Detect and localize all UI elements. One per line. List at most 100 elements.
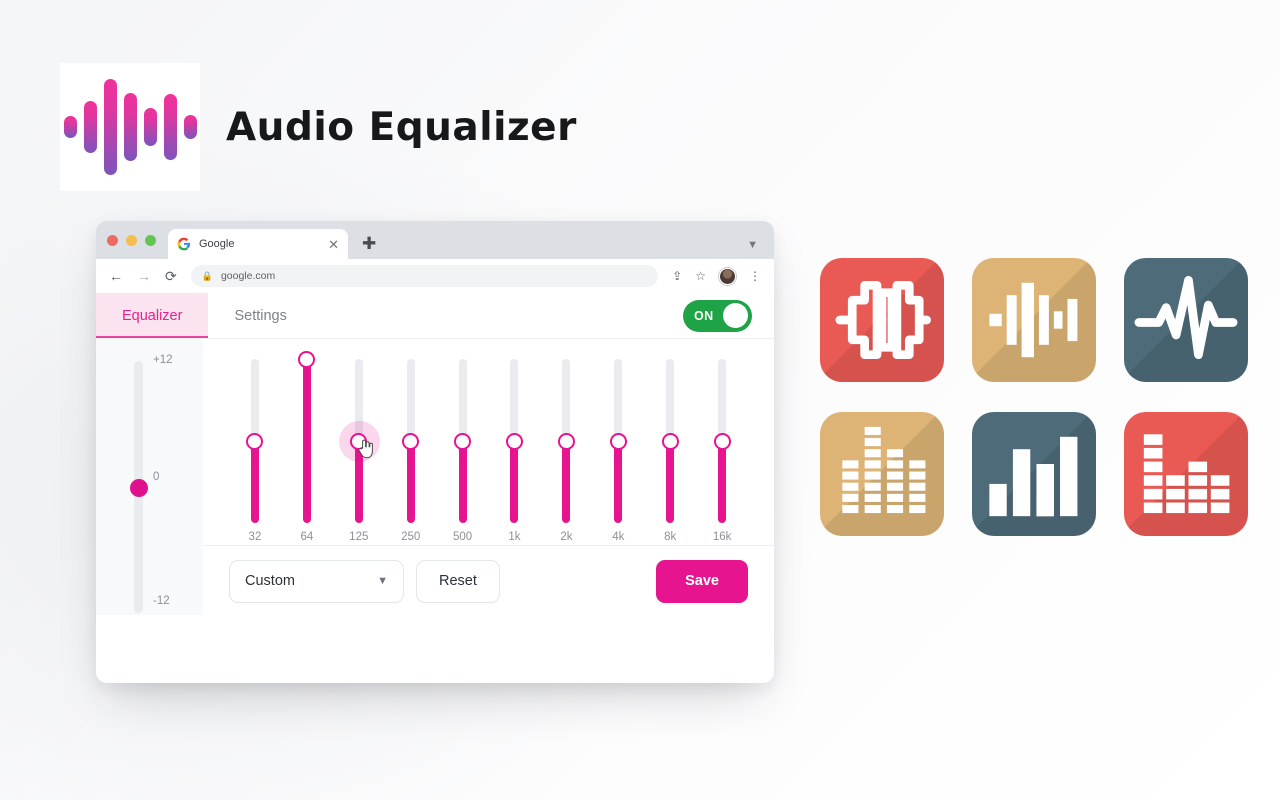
band-thumb[interactable]: [557, 433, 575, 450]
segmented-equalizer-tile[interactable]: [820, 412, 944, 536]
bar-chart-tile[interactable]: [972, 412, 1096, 536]
minimize-window-button[interactable]: [126, 234, 137, 246]
three-dot-menu-icon[interactable]: ⋮: [749, 270, 761, 282]
toolbar-actions: ⇪ ☆ ⋮: [672, 267, 761, 285]
band-slider-1k[interactable]: 1k: [489, 359, 541, 545]
equalizer-main: 32 64 125 250 500 1k 2k 4k 8k 16k Custom ▼ Reset …: [203, 339, 774, 683]
band-fill: [718, 441, 727, 523]
save-button[interactable]: Save: [656, 559, 748, 603]
master-gain-panel: +12 0 -12: [96, 339, 203, 615]
band-track[interactable]: [338, 359, 380, 523]
band-track[interactable]: [246, 359, 264, 523]
plus-icon[interactable]: ✚: [362, 235, 376, 252]
band-label-250: 250: [401, 531, 421, 543]
close-icon[interactable]: ✕: [328, 238, 339, 251]
band-thumb[interactable]: [298, 351, 316, 368]
band-fill: [406, 441, 415, 523]
band-track[interactable]: [454, 359, 472, 523]
band-thumb[interactable]: [402, 433, 420, 450]
pulse-line-icon: [1124, 258, 1248, 382]
band-thumb[interactable]: [246, 433, 264, 450]
tab-equalizer[interactable]: Equalizer: [96, 293, 209, 338]
band-fill: [302, 359, 311, 523]
band-slider-500[interactable]: 500: [437, 359, 489, 545]
band-thumb[interactable]: [609, 433, 627, 450]
chevron-down-icon[interactable]: ▼: [747, 239, 758, 251]
band-track[interactable]: [505, 359, 523, 523]
band-label-8k: 8k: [664, 531, 677, 543]
band-slider-16k[interactable]: 16k: [696, 359, 748, 545]
band-track[interactable]: [402, 359, 420, 523]
chevron-down-icon: ▼: [377, 575, 388, 587]
share-icon[interactable]: ⇪: [672, 270, 682, 282]
power-toggle[interactable]: ON: [683, 299, 752, 332]
block-equalizer-icon: [1124, 412, 1248, 536]
band-track[interactable]: [713, 359, 731, 523]
reset-button[interactable]: Reset: [416, 559, 500, 603]
band-slider-125[interactable]: 125: [333, 359, 385, 545]
google-g-icon: [177, 237, 191, 251]
band-slider-32[interactable]: 32: [229, 359, 281, 545]
reset-button-label: Reset: [439, 573, 477, 589]
band-slider-64[interactable]: 64: [281, 351, 333, 545]
address-bar-url: google.com: [220, 270, 276, 282]
band-label-64: 64: [300, 531, 314, 543]
arrow-right-icon[interactable]: →: [137, 269, 151, 283]
bars-and-lines-icon: [972, 258, 1096, 382]
segmented-equalizer-icon: [820, 412, 944, 536]
band-thumb[interactable]: [505, 433, 523, 450]
browser-tab-title: Google: [199, 238, 235, 250]
avatar[interactable]: [719, 267, 736, 285]
address-bar[interactable]: 🔒 google.com: [190, 265, 659, 287]
header-spacer: [313, 293, 683, 338]
browser-toolbar: ← → ⟳ 🔒 google.com ⇪ ☆ ⋮: [96, 259, 774, 293]
waveform-logo-icon: [60, 63, 200, 191]
logo-wave-bar-3: [123, 93, 137, 161]
band-fill: [458, 441, 467, 523]
maximize-window-button[interactable]: [145, 234, 156, 246]
tab-settings[interactable]: Settings: [208, 293, 312, 338]
square-wave-tile[interactable]: [820, 258, 944, 382]
band-track[interactable]: [661, 359, 679, 523]
reload-icon[interactable]: ⟳: [165, 269, 177, 283]
master-gain-slider[interactable]: [129, 361, 148, 613]
logo-wave-bar-2: [103, 79, 117, 175]
browser-tab[interactable]: Google ✕: [168, 229, 348, 259]
band-track[interactable]: [557, 359, 575, 523]
band-slider-2k[interactable]: 2k: [540, 359, 592, 545]
band-slider-250[interactable]: 250: [385, 359, 437, 545]
star-icon[interactable]: ☆: [695, 270, 706, 282]
band-label-125: 125: [349, 531, 369, 543]
band-thumb[interactable]: [713, 433, 731, 450]
band-fill: [614, 441, 623, 523]
master-tick-min: -12: [153, 595, 170, 607]
logo-wave-bar-4: [143, 108, 157, 146]
browser-title-bar: Google ✕ ✚ ▼: [96, 221, 774, 259]
band-label-1k: 1k: [508, 531, 521, 543]
brand-header: Audio Equalizer: [60, 62, 580, 192]
close-window-button[interactable]: [107, 234, 118, 246]
band-slider-4k[interactable]: 4k: [592, 359, 644, 545]
browser-window: Google ✕ ✚ ▼ ← → ⟳ 🔒 google.com ⇪ ☆ ⋮ Eq…: [96, 221, 774, 683]
page-title: Audio Equalizer: [226, 104, 577, 150]
block-equalizer-tile[interactable]: [1124, 412, 1248, 536]
square-wave-icon: [820, 258, 944, 382]
band-track[interactable]: [298, 351, 316, 523]
band-label-16k: 16k: [712, 531, 732, 543]
band-thumb[interactable]: [454, 433, 472, 450]
band-track[interactable]: [609, 359, 627, 523]
logo-wave-bar-6: [183, 115, 197, 139]
save-button-label: Save: [685, 573, 719, 589]
equalizer-controls: Custom ▼ Reset Save: [203, 546, 774, 616]
bar-chart-icon: [972, 412, 1096, 536]
preset-select[interactable]: Custom ▼: [229, 559, 404, 603]
bar-line-tile[interactable]: [972, 258, 1096, 382]
band-slider-8k[interactable]: 8k: [644, 359, 696, 545]
power-toggle-knob: [723, 303, 748, 328]
master-gain-thumb[interactable]: [129, 479, 148, 497]
app-body: +12 0 -12 32 64 125 250 500 1k 2k 4k 8k 16k Custo…: [96, 339, 774, 683]
pulse-tile[interactable]: [1124, 258, 1248, 382]
arrow-left-icon[interactable]: ←: [109, 269, 123, 283]
band-thumb[interactable]: [661, 433, 679, 450]
band-fill: [666, 441, 675, 523]
